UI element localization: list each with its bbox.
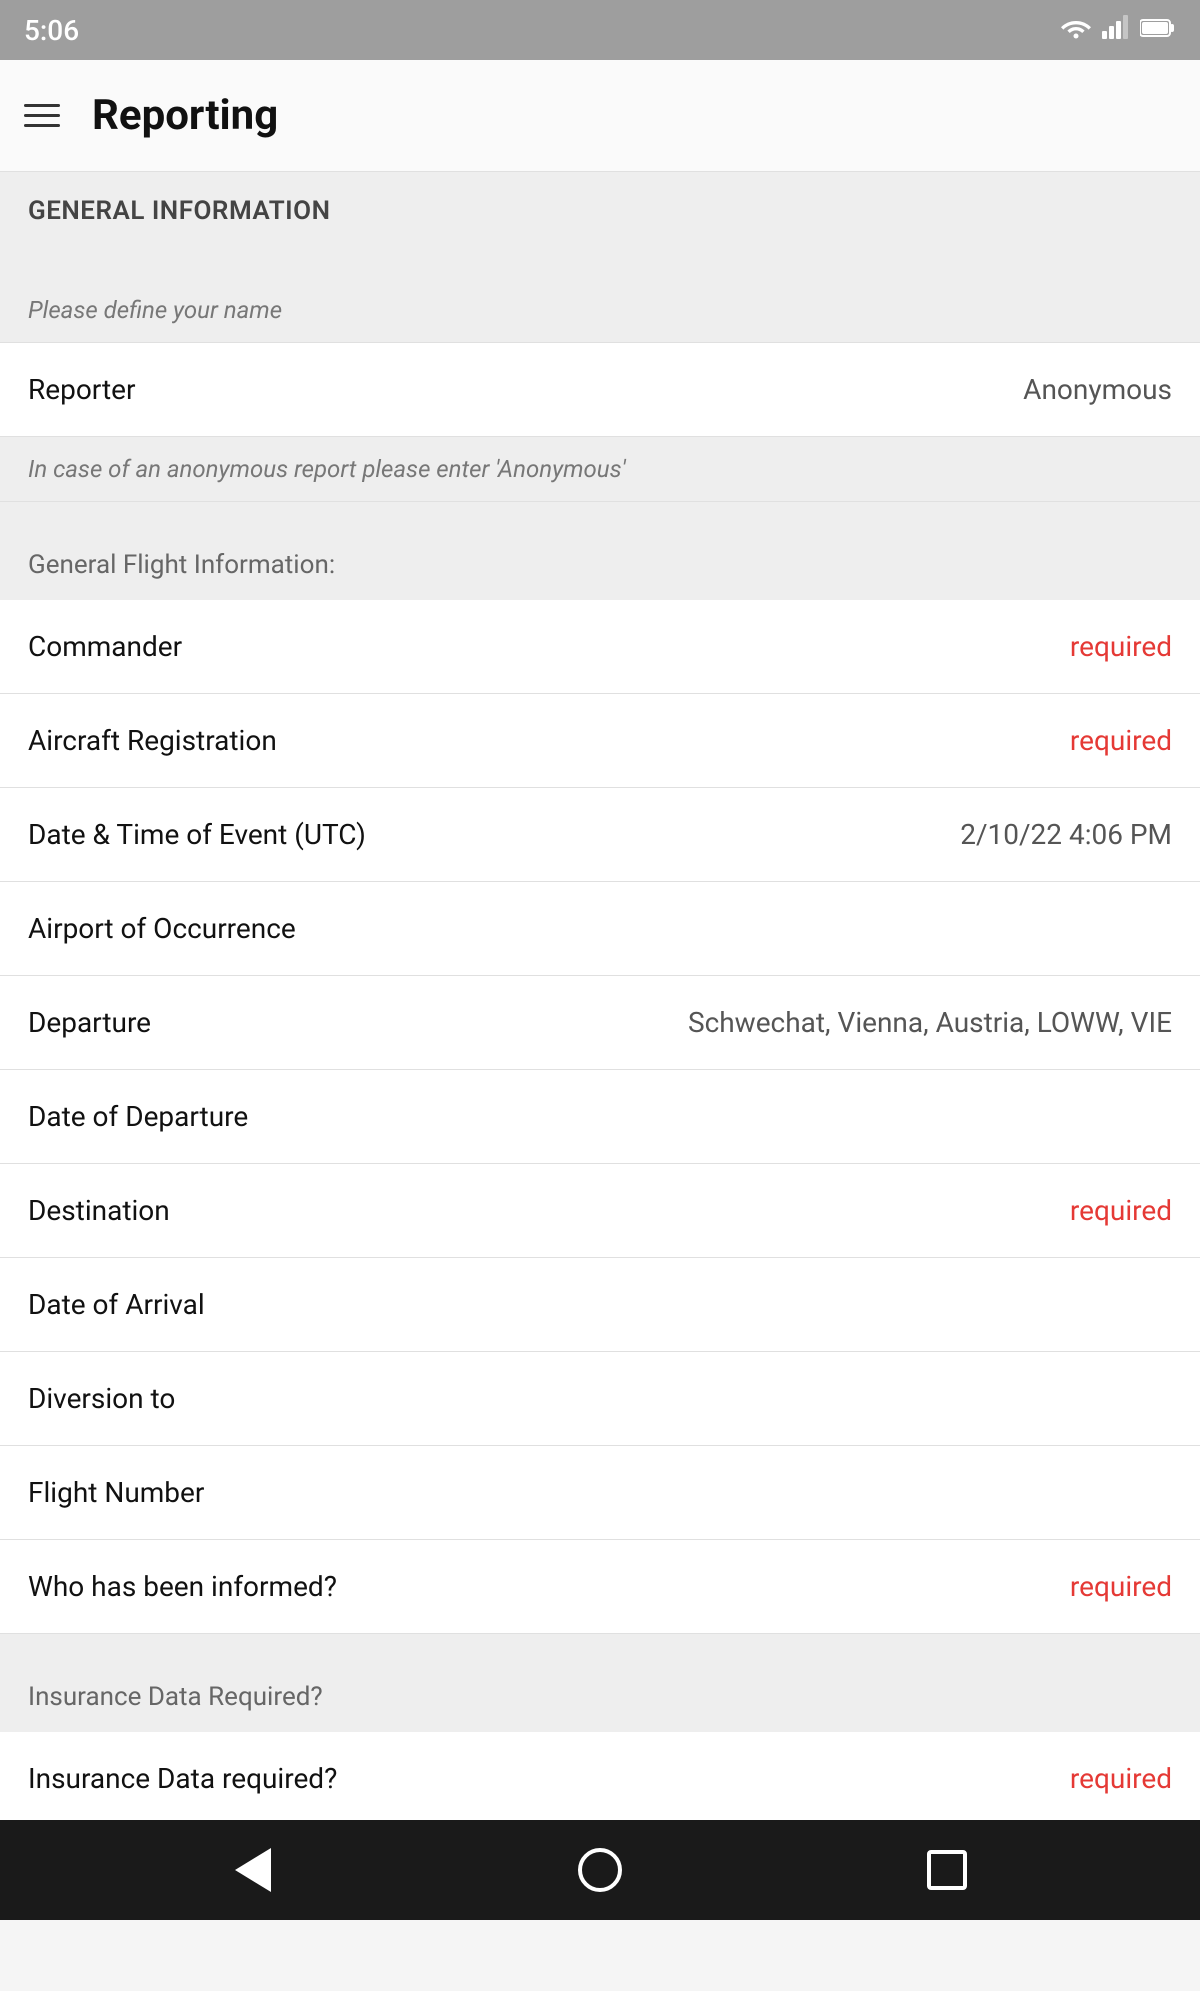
form-value-20: required — [1070, 1762, 1172, 1795]
form-label-12: Date of Departure — [28, 1100, 248, 1133]
form-label-15: Diversion to — [28, 1382, 175, 1415]
form-label-3: Reporter — [28, 373, 135, 406]
sub-header-19: Insurance Data Required? — [0, 1662, 1200, 1732]
spacer-5 — [0, 502, 1200, 530]
form-row-11[interactable]: Departure Schwechat, Vienna, Austria, LOW… — [0, 976, 1200, 1070]
form-label-20: Insurance Data required? — [28, 1762, 337, 1795]
form-row-9[interactable]: Date & Time of Event (UTC) 2/10/22 4:06 P… — [0, 788, 1200, 882]
form-row-8[interactable]: Aircraft Registration required — [0, 694, 1200, 788]
form-label-10: Airport of Occurrence — [28, 912, 296, 945]
form-value-7: required — [1070, 630, 1172, 663]
form-label-8: Aircraft Registration — [28, 724, 277, 757]
spacer-18 — [0, 1634, 1200, 1662]
form-value-8: required — [1070, 724, 1172, 757]
form-label-14: Date of Arrival — [28, 1288, 205, 1321]
app-bar: Reporting — [0, 60, 1200, 172]
wifi-icon — [1060, 15, 1092, 45]
form-label-13: Destination — [28, 1194, 170, 1227]
form-row-15[interactable]: Diversion to — [0, 1352, 1200, 1446]
form-row-20[interactable]: Insurance Data required? required — [0, 1732, 1200, 1826]
battery-icon — [1140, 16, 1176, 44]
form-row-16[interactable]: Flight Number — [0, 1446, 1200, 1540]
hint-row-4: In case of an anonymous report please en… — [0, 437, 1200, 502]
form-row-3[interactable]: Reporter Anonymous — [0, 343, 1200, 437]
form-label-16: Flight Number — [28, 1476, 204, 1509]
hint-text-2: Please define your name — [28, 296, 282, 324]
hint-text-4: In case of an anonymous report please en… — [28, 455, 626, 483]
section-header-0: GENERAL INFORMATION — [0, 172, 1200, 250]
form-row-14[interactable]: Date of Arrival — [0, 1258, 1200, 1352]
status-icons-area — [1060, 15, 1176, 45]
form-label-17: Who has been informed? — [28, 1570, 337, 1603]
signal-icon — [1102, 15, 1130, 45]
form-label-11: Departure — [28, 1006, 151, 1039]
page-title: Reporting — [92, 91, 278, 140]
form-value-11: Schwechat, Vienna, Austria, LOWW, VIE — [688, 1006, 1172, 1039]
form-value-3: Anonymous — [1023, 373, 1172, 406]
spacer-1 — [0, 250, 1200, 278]
form-row-13[interactable]: Destination required — [0, 1164, 1200, 1258]
form-row-10[interactable]: Airport of Occurrence — [0, 882, 1200, 976]
form-value-13: required — [1070, 1194, 1172, 1227]
form-value-9: 2/10/22 4:06 PM — [960, 818, 1172, 851]
main-content: GENERAL INFORMATION Please define your na… — [0, 172, 1200, 1891]
status-bar: 5:06 — [0, 0, 1200, 60]
nav-back-button[interactable] — [223, 1840, 283, 1900]
bottom-navigation — [0, 1820, 1200, 1920]
form-value-17: required — [1070, 1570, 1172, 1603]
hint-row-2: Please define your name — [0, 278, 1200, 343]
nav-home-button[interactable] — [570, 1840, 630, 1900]
form-label-9: Date & Time of Event (UTC) — [28, 818, 366, 851]
menu-button[interactable] — [24, 104, 60, 127]
form-row-7[interactable]: Commander required — [0, 600, 1200, 694]
form-label-7: Commander — [28, 630, 182, 663]
form-row-12[interactable]: Date of Departure — [0, 1070, 1200, 1164]
status-time: 5:06 — [24, 14, 79, 47]
sub-header-6: General Flight Information: — [0, 530, 1200, 600]
form-row-17[interactable]: Who has been informed? required — [0, 1540, 1200, 1634]
status-time-area: 5:06 — [24, 14, 79, 47]
nav-recent-button[interactable] — [917, 1840, 977, 1900]
